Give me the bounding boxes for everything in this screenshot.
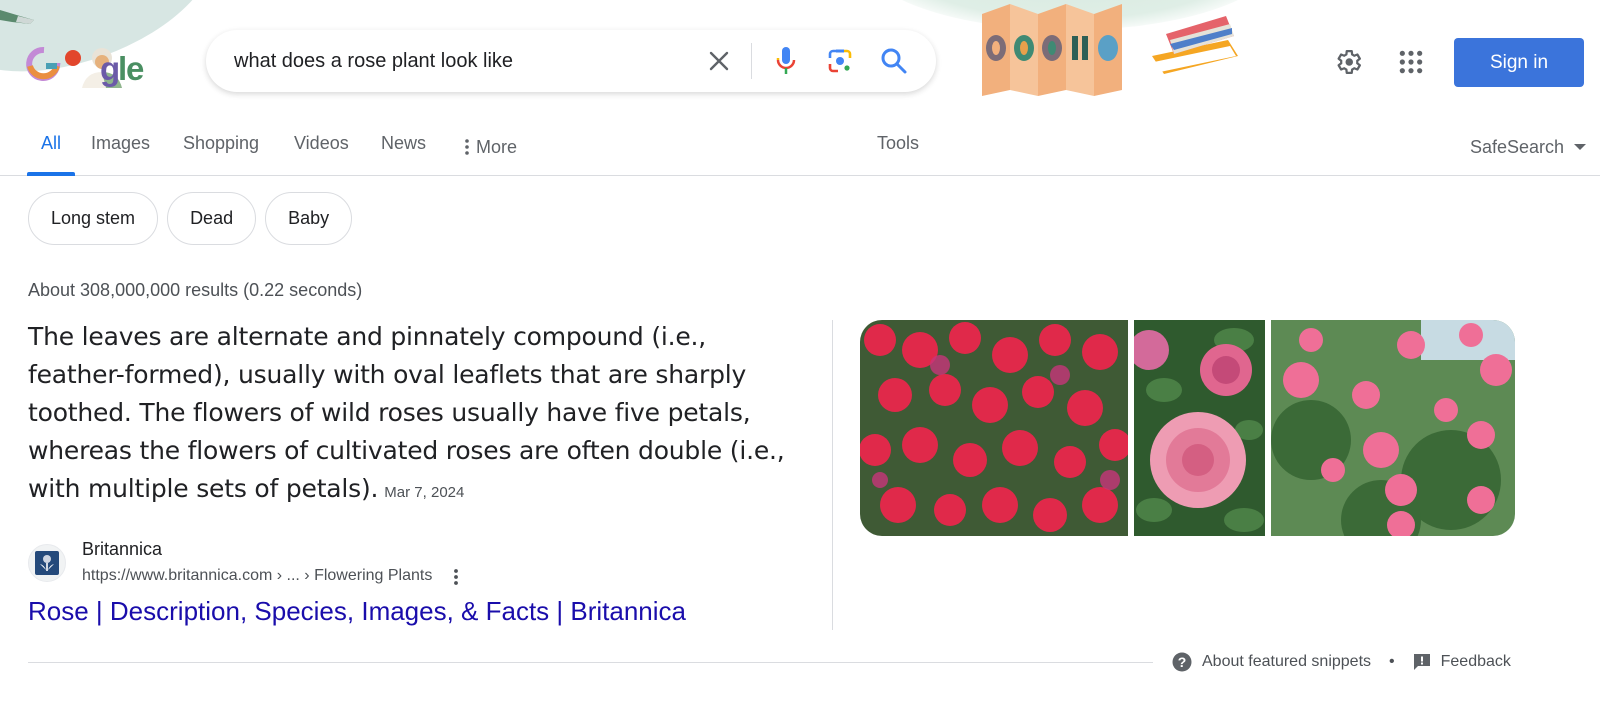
search-tabs: All Images Shopping Videos News More Too…	[0, 118, 1600, 176]
refinement-chips: Long stem Dead Baby	[28, 192, 353, 245]
vertical-dots-icon	[454, 569, 458, 585]
microphone-icon	[776, 47, 796, 74]
tab-all[interactable]: All	[26, 118, 76, 176]
source-name[interactable]: Britannica	[82, 539, 162, 560]
snippet-footer: ? About featured snippets • Feedback	[1172, 652, 1511, 672]
sign-in-button[interactable]: Sign in	[1454, 38, 1584, 87]
tab-shopping[interactable]: Shopping	[183, 118, 259, 175]
tab-images[interactable]: Images	[91, 118, 150, 175]
grid-icon	[1399, 50, 1423, 74]
snippet-date: Mar 7, 2024	[384, 484, 465, 501]
doodle-hand-decoration	[0, 10, 34, 24]
britannica-favicon	[28, 544, 66, 582]
about-featured-snippets-label: About featured snippets	[1202, 653, 1372, 670]
about-featured-snippets-link[interactable]: ? About featured snippets	[1172, 652, 1371, 672]
chip-long-stem[interactable]: Long stem	[28, 192, 159, 245]
feedback-label: Feedback	[1440, 653, 1511, 670]
snippet-image-1[interactable]	[860, 320, 1128, 536]
chip-dead[interactable]: Dead	[167, 192, 257, 245]
tab-news[interactable]: News	[381, 118, 426, 175]
result-stats: About 308,000,000 results (0.22 seconds)	[28, 280, 363, 300]
search-box	[206, 30, 936, 92]
source-url[interactable]: https://www.britannica.com › ... › Flowe…	[82, 567, 432, 585]
google-doodle-logo[interactable]: g l e	[20, 38, 150, 88]
result-title-link[interactable]: Rose | Description, Species, Images, & F…	[28, 596, 686, 627]
search-box-divider	[751, 43, 752, 79]
clear-search-button[interactable]	[699, 41, 739, 81]
feedback-link[interactable]: Feedback	[1413, 653, 1511, 671]
vertical-dots-icon	[465, 138, 469, 155]
feedback-icon	[1413, 654, 1430, 670]
header: g l e what does a rose plant look like S…	[0, 0, 1600, 118]
tab-more-label: More	[476, 136, 518, 157]
snippet-divider	[832, 320, 833, 630]
svg-text:e: e	[126, 50, 144, 87]
tab-videos[interactable]: Videos	[294, 118, 349, 175]
search-button[interactable]	[874, 41, 914, 81]
snippet-body: The leaves are alternate and pinnately c…	[28, 322, 785, 503]
tools-button[interactable]: Tools	[877, 118, 919, 175]
chip-baby[interactable]: Baby	[265, 192, 353, 245]
svg-text:?: ?	[1178, 654, 1187, 670]
doodle-illustration	[982, 4, 1238, 96]
snippet-images	[860, 320, 1515, 536]
gear-icon	[1337, 50, 1361, 74]
featured-snippet-text: The leaves are alternate and pinnately c…	[28, 318, 798, 512]
close-icon	[709, 51, 729, 71]
magnifier-icon	[881, 48, 907, 74]
snippet-image-2[interactable]	[1134, 320, 1265, 536]
snippet-image-3[interactable]	[1271, 320, 1515, 536]
tab-more[interactable]: More	[464, 118, 517, 175]
help-icon: ?	[1172, 652, 1192, 672]
safesearch-dropdown[interactable]: SafeSearch	[1470, 118, 1586, 175]
voice-search-button[interactable]	[768, 41, 804, 81]
google-apps-button[interactable]	[1395, 46, 1427, 78]
result-options-button[interactable]	[444, 564, 468, 590]
search-input[interactable]	[234, 30, 684, 92]
settings-button[interactable]	[1332, 46, 1364, 78]
footer-divider	[28, 662, 1153, 663]
footer-separator: •	[1389, 653, 1395, 670]
safesearch-label: SafeSearch	[1469, 136, 1564, 157]
search-by-image-button[interactable]	[822, 41, 858, 81]
camera-lens-icon	[828, 49, 852, 73]
caret-down-icon	[1574, 143, 1586, 150]
